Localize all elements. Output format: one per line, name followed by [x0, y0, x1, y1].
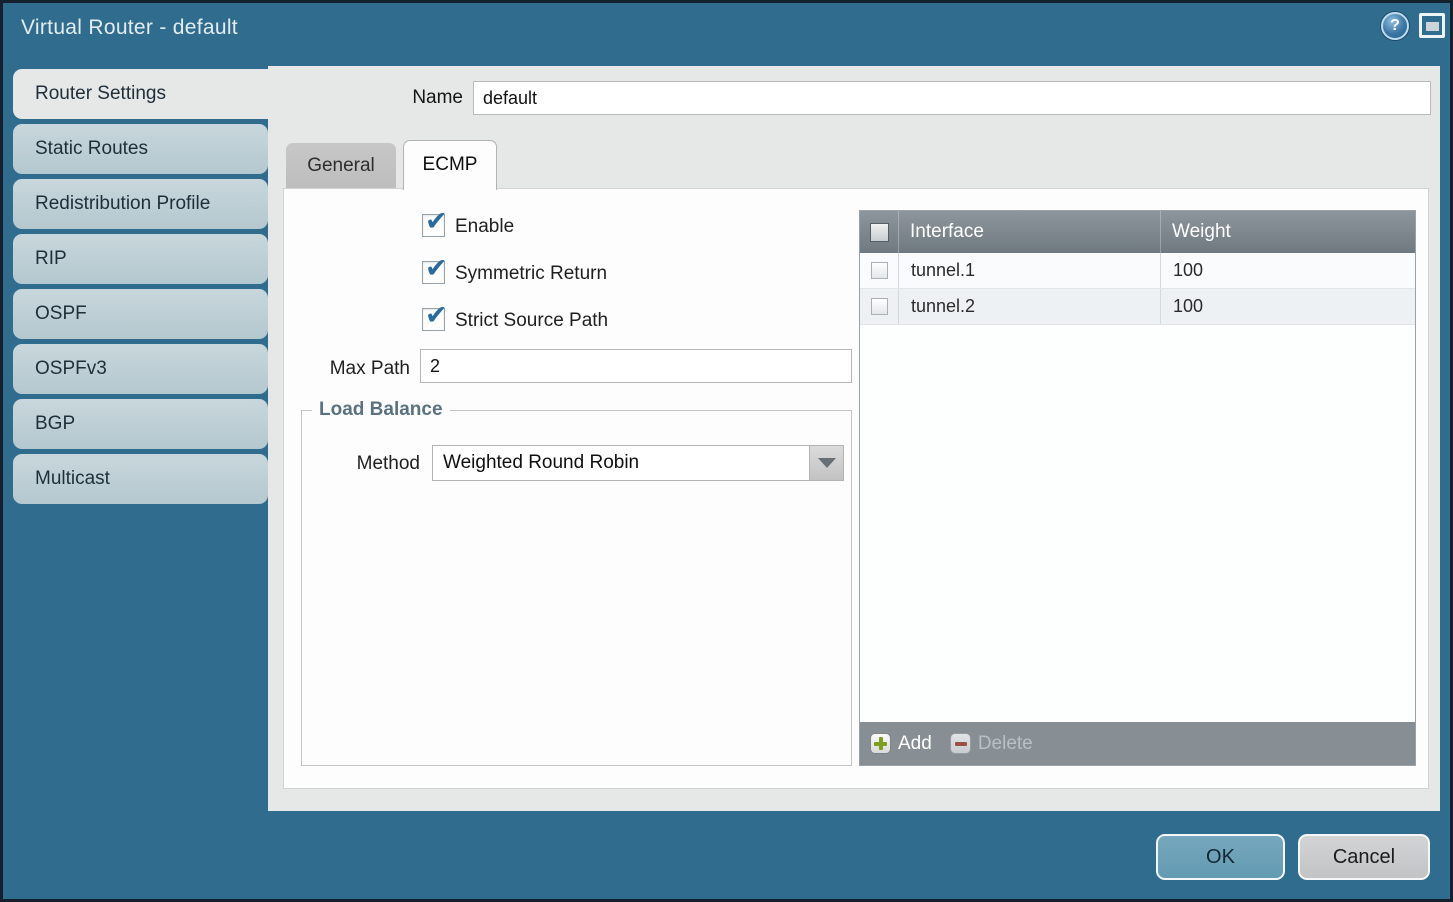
load-balance-legend: Load Balance: [312, 399, 450, 421]
row-checkbox-cell: [860, 289, 898, 324]
name-input[interactable]: [473, 81, 1431, 115]
window-minimize-icon[interactable]: [1419, 13, 1445, 38]
interface-cell: tunnel.2: [898, 289, 1160, 324]
help-icon[interactable]: ?: [1381, 12, 1409, 40]
interface-cell: tunnel.1: [898, 253, 1160, 288]
table-row[interactable]: tunnel.2 100: [860, 289, 1415, 325]
max-path-input[interactable]: [420, 349, 852, 383]
dropdown-arrow-button[interactable]: [809, 446, 843, 480]
question-mark-glyph: ?: [1390, 18, 1400, 34]
row-checkbox[interactable]: [871, 298, 888, 315]
minus-icon: [950, 733, 971, 754]
ecmp-tab-content: ✔ Enable ✔ Symmetric Return ✔ Strict Sou…: [283, 188, 1429, 789]
chevron-down-icon: [818, 458, 836, 468]
tab-general[interactable]: General: [286, 143, 396, 189]
sidebar-item-ospfv3[interactable]: OSPFv3: [13, 344, 268, 394]
sidebar-item-bgp[interactable]: BGP: [13, 399, 268, 449]
table-header-row: Interface Weight: [860, 211, 1415, 253]
sidebar-item-router-settings[interactable]: Router Settings: [13, 69, 271, 119]
checkmark-icon: ✔: [425, 206, 448, 237]
table-footer-toolbar: Add Delete: [860, 722, 1415, 765]
ok-button[interactable]: OK: [1156, 834, 1285, 880]
name-label: Name: [333, 87, 463, 109]
symmetric-return-checkbox[interactable]: ✔: [422, 261, 445, 284]
delete-button[interactable]: Delete: [950, 733, 1033, 755]
table-body-empty-space: [860, 325, 1415, 722]
table-row[interactable]: tunnel.1 100: [860, 253, 1415, 289]
add-button-label: Add: [898, 733, 932, 755]
virtual-router-dialog: Virtual Router - default ? Router Settin…: [0, 0, 1453, 902]
row-checkbox-cell: [860, 253, 898, 288]
enable-checkbox[interactable]: ✔: [422, 214, 445, 237]
header-checkbox-cell: [860, 211, 898, 253]
checkmark-icon: ✔: [425, 253, 448, 284]
weight-cell: 100: [1160, 253, 1415, 288]
strict-source-path-checkbox[interactable]: ✔: [422, 308, 445, 331]
select-all-checkbox[interactable]: [870, 223, 889, 242]
window-icon-inner-rect: [1426, 22, 1439, 31]
enable-label: Enable: [455, 216, 514, 238]
method-label: Method: [324, 453, 420, 475]
cancel-button[interactable]: Cancel: [1298, 834, 1430, 880]
sidebar-item-static-routes[interactable]: Static Routes: [13, 124, 268, 174]
row-checkbox[interactable]: [871, 262, 888, 279]
dialog-title: Virtual Router - default: [21, 16, 238, 40]
checkmark-icon: ✔: [425, 300, 448, 331]
plus-icon: [870, 733, 891, 754]
strict-source-path-label: Strict Source Path: [455, 310, 608, 332]
interface-table: Interface Weight tunnel.1 100 tunnel.2 1…: [859, 210, 1416, 766]
sidebar-item-multicast[interactable]: Multicast: [13, 454, 268, 504]
sidebar-item-ospf[interactable]: OSPF: [13, 289, 268, 339]
column-header-weight[interactable]: Weight: [1160, 211, 1415, 253]
max-path-label: Max Path: [284, 358, 410, 380]
method-selected-value: Weighted Round Robin: [443, 446, 639, 480]
add-button[interactable]: Add: [870, 733, 932, 755]
load-balance-fieldset: Load Balance Method Weighted Round Robin: [301, 399, 852, 766]
sidebar-item-rip[interactable]: RIP: [13, 234, 268, 284]
tab-ecmp[interactable]: ECMP: [403, 140, 497, 190]
weight-cell: 100: [1160, 289, 1415, 324]
symmetric-return-label: Symmetric Return: [455, 263, 607, 285]
sidebar-item-redistribution-profile[interactable]: Redistribution Profile: [13, 179, 268, 229]
column-header-interface[interactable]: Interface: [898, 211, 1160, 253]
method-dropdown[interactable]: Weighted Round Robin: [432, 445, 844, 481]
delete-button-label: Delete: [978, 733, 1033, 755]
